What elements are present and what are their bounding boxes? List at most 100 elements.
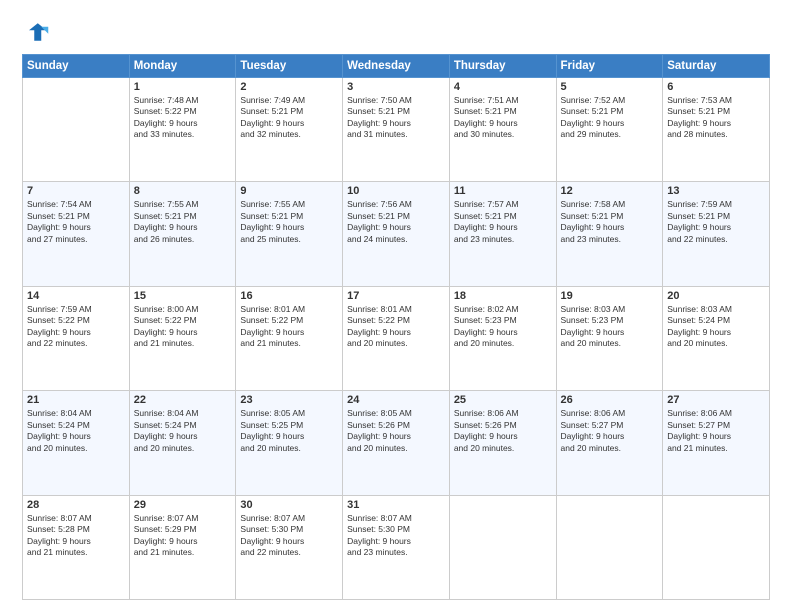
day-info: Sunrise: 8:02 AM Sunset: 5:23 PM Dayligh…	[454, 304, 552, 350]
day-info: Sunrise: 8:05 AM Sunset: 5:26 PM Dayligh…	[347, 408, 445, 454]
day-number: 29	[134, 499, 232, 511]
day-number: 6	[667, 81, 765, 93]
day-number: 10	[347, 185, 445, 197]
calendar-cell: 12Sunrise: 7:58 AM Sunset: 5:21 PM Dayli…	[556, 182, 663, 286]
calendar-cell: 1Sunrise: 7:48 AM Sunset: 5:22 PM Daylig…	[129, 78, 236, 182]
day-info: Sunrise: 7:55 AM Sunset: 5:21 PM Dayligh…	[134, 199, 232, 245]
weekday-header-monday: Monday	[129, 55, 236, 78]
day-info: Sunrise: 8:07 AM Sunset: 5:30 PM Dayligh…	[240, 513, 338, 559]
day-info: Sunrise: 8:07 AM Sunset: 5:29 PM Dayligh…	[134, 513, 232, 559]
calendar-cell: 31Sunrise: 8:07 AM Sunset: 5:30 PM Dayli…	[343, 495, 450, 599]
week-row-3: 14Sunrise: 7:59 AM Sunset: 5:22 PM Dayli…	[23, 286, 770, 390]
week-row-5: 28 Sunrise: 8:07 AM Sunset: 5:28 PM Dayli…	[23, 495, 770, 599]
day-number: 20	[667, 290, 765, 302]
day-number: 16	[240, 290, 338, 302]
calendar-cell: 18 Sunrise: 8:02 AM Sunset: 5:23 PM Dayli…	[449, 286, 556, 390]
day-number: 25	[454, 394, 552, 406]
day-number: 2	[240, 81, 338, 93]
calendar-cell: 8 Sunrise: 7:55 AM Sunset: 5:21 PM Daylig…	[129, 182, 236, 286]
calendar-cell: 25 Sunrise: 8:06 AM Sunset: 5:26 PM Dayli…	[449, 391, 556, 495]
calendar-cell: 26 Sunrise: 8:06 AM Sunset: 5:27 PM Dayli…	[556, 391, 663, 495]
calendar-cell: 15 Sunrise: 8:00 AM Sunset: 5:22 PM Dayli…	[129, 286, 236, 390]
calendar-cell	[556, 495, 663, 599]
calendar-cell: 30 Sunrise: 8:07 AM Sunset: 5:30 PM Dayli…	[236, 495, 343, 599]
day-number: 22	[134, 394, 232, 406]
calendar-table: SundayMondayTuesdayWednesdayThursdayFrid…	[22, 54, 770, 600]
calendar-cell: 21 Sunrise: 8:04 AM Sunset: 5:24 PM Dayli…	[23, 391, 130, 495]
calendar-cell: 28 Sunrise: 8:07 AM Sunset: 5:28 PM Dayli…	[23, 495, 130, 599]
weekday-header-row: SundayMondayTuesdayWednesdayThursdayFrid…	[23, 55, 770, 78]
header	[22, 18, 770, 46]
day-info: Sunrise: 7:56 AM Sunset: 5:21 PM Dayligh…	[347, 199, 445, 245]
day-info: Sunrise: 7:49 AM Sunset: 5:21 PM Dayligh…	[240, 95, 338, 141]
day-number: 4	[454, 81, 552, 93]
day-info: Sunrise: 8:00 AM Sunset: 5:22 PM Dayligh…	[134, 304, 232, 350]
weekday-header-saturday: Saturday	[663, 55, 770, 78]
day-info: Sunrise: 7:51 AM Sunset: 5:21 PM Dayligh…	[454, 95, 552, 141]
calendar-cell: 17 Sunrise: 8:01 AM Sunset: 5:22 PM Dayli…	[343, 286, 450, 390]
day-info: Sunrise: 8:06 AM Sunset: 5:27 PM Dayligh…	[561, 408, 659, 454]
day-info: Sunrise: 8:03 AM Sunset: 5:23 PM Dayligh…	[561, 304, 659, 350]
week-row-4: 21 Sunrise: 8:04 AM Sunset: 5:24 PM Dayli…	[23, 391, 770, 495]
weekday-header-wednesday: Wednesday	[343, 55, 450, 78]
calendar-cell	[23, 78, 130, 182]
day-info: Sunrise: 7:54 AM Sunset: 5:21 PM Dayligh…	[27, 199, 125, 245]
week-row-1: 1Sunrise: 7:48 AM Sunset: 5:22 PM Daylig…	[23, 78, 770, 182]
day-info: Sunrise: 8:04 AM Sunset: 5:24 PM Dayligh…	[134, 408, 232, 454]
day-info: Sunrise: 8:07 AM Sunset: 5:28 PM Dayligh…	[27, 513, 125, 559]
calendar-cell: 22 Sunrise: 8:04 AM Sunset: 5:24 PM Dayli…	[129, 391, 236, 495]
weekday-header-thursday: Thursday	[449, 55, 556, 78]
day-info: Sunrise: 8:01 AM Sunset: 5:22 PM Dayligh…	[240, 304, 338, 350]
calendar-cell: 24 Sunrise: 8:05 AM Sunset: 5:26 PM Dayli…	[343, 391, 450, 495]
calendar-cell: 14Sunrise: 7:59 AM Sunset: 5:22 PM Dayli…	[23, 286, 130, 390]
calendar-cell: 19 Sunrise: 8:03 AM Sunset: 5:23 PM Dayli…	[556, 286, 663, 390]
day-number: 5	[561, 81, 659, 93]
day-number: 28	[27, 499, 125, 511]
calendar-cell: 6 Sunrise: 7:53 AM Sunset: 5:21 PM Daylig…	[663, 78, 770, 182]
day-number: 23	[240, 394, 338, 406]
calendar-cell: 10 Sunrise: 7:56 AM Sunset: 5:21 PM Dayli…	[343, 182, 450, 286]
weekday-header-friday: Friday	[556, 55, 663, 78]
day-info: Sunrise: 8:06 AM Sunset: 5:26 PM Dayligh…	[454, 408, 552, 454]
day-number: 3	[347, 81, 445, 93]
page: SundayMondayTuesdayWednesdayThursdayFrid…	[0, 0, 792, 612]
logo-icon	[22, 18, 50, 46]
calendar-cell: 11 Sunrise: 7:57 AM Sunset: 5:21 PM Dayli…	[449, 182, 556, 286]
calendar-cell: 29 Sunrise: 8:07 AM Sunset: 5:29 PM Dayli…	[129, 495, 236, 599]
day-number: 11	[454, 185, 552, 197]
day-number: 24	[347, 394, 445, 406]
day-info: Sunrise: 7:53 AM Sunset: 5:21 PM Dayligh…	[667, 95, 765, 141]
weekday-header-sunday: Sunday	[23, 55, 130, 78]
day-info: Sunrise: 7:55 AM Sunset: 5:21 PM Dayligh…	[240, 199, 338, 245]
day-info: Sunrise: 7:57 AM Sunset: 5:21 PM Dayligh…	[454, 199, 552, 245]
day-number: 26	[561, 394, 659, 406]
day-number: 12	[561, 185, 659, 197]
day-number: 1	[134, 81, 232, 93]
day-number: 19	[561, 290, 659, 302]
calendar-cell: 2 Sunrise: 7:49 AM Sunset: 5:21 PM Daylig…	[236, 78, 343, 182]
day-info: Sunrise: 8:06 AM Sunset: 5:27 PM Dayligh…	[667, 408, 765, 454]
calendar-cell: 9 Sunrise: 7:55 AM Sunset: 5:21 PM Daylig…	[236, 182, 343, 286]
day-number: 27	[667, 394, 765, 406]
day-number: 30	[240, 499, 338, 511]
day-number: 9	[240, 185, 338, 197]
day-info: Sunrise: 8:04 AM Sunset: 5:24 PM Dayligh…	[27, 408, 125, 454]
calendar-cell: 23Sunrise: 8:05 AM Sunset: 5:25 PM Dayli…	[236, 391, 343, 495]
day-number: 18	[454, 290, 552, 302]
day-info: Sunrise: 7:59 AM Sunset: 5:21 PM Dayligh…	[667, 199, 765, 245]
day-info: Sunrise: 7:52 AM Sunset: 5:21 PM Dayligh…	[561, 95, 659, 141]
day-number: 8	[134, 185, 232, 197]
calendar-cell: 7 Sunrise: 7:54 AM Sunset: 5:21 PM Daylig…	[23, 182, 130, 286]
day-number: 15	[134, 290, 232, 302]
logo	[22, 18, 54, 46]
day-number: 21	[27, 394, 125, 406]
day-info: Sunrise: 8:01 AM Sunset: 5:22 PM Dayligh…	[347, 304, 445, 350]
calendar-cell	[663, 495, 770, 599]
day-number: 13	[667, 185, 765, 197]
day-number: 7	[27, 185, 125, 197]
day-number: 14	[27, 290, 125, 302]
calendar-cell: 16 Sunrise: 8:01 AM Sunset: 5:22 PM Dayli…	[236, 286, 343, 390]
calendar-cell: 27 Sunrise: 8:06 AM Sunset: 5:27 PM Dayli…	[663, 391, 770, 495]
calendar-cell: 4 Sunrise: 7:51 AM Sunset: 5:21 PM Daylig…	[449, 78, 556, 182]
day-number: 17	[347, 290, 445, 302]
